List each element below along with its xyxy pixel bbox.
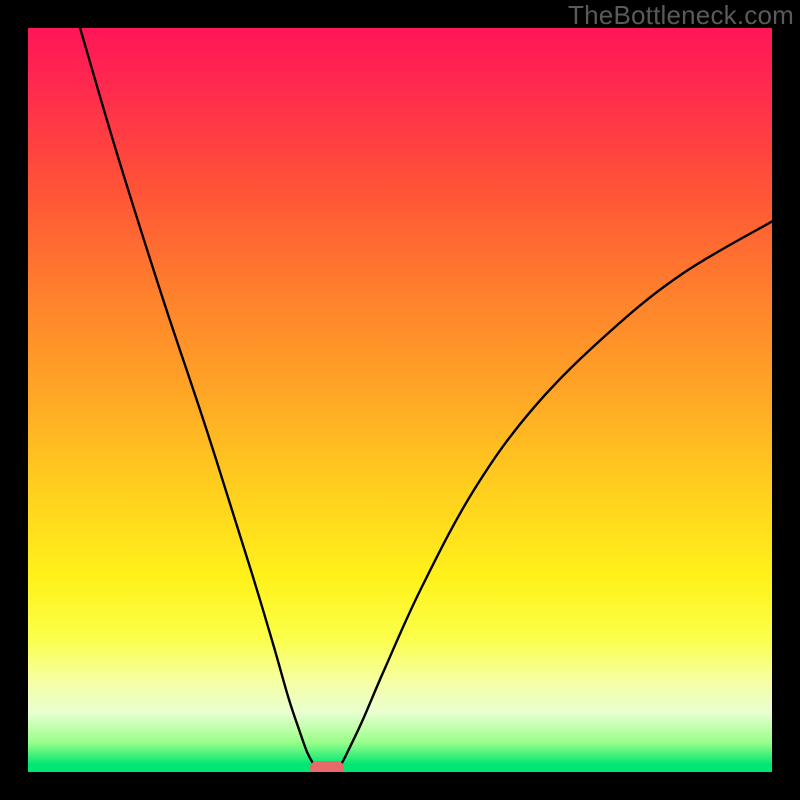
watermark-text: TheBottleneck.com — [568, 0, 794, 31]
curve-left-branch — [80, 28, 317, 767]
curves-svg — [28, 28, 772, 772]
plot-area — [28, 28, 772, 772]
curve-right-branch — [339, 221, 772, 766]
bottleneck-marker — [310, 761, 344, 772]
chart-container: TheBottleneck.com — [0, 0, 800, 800]
